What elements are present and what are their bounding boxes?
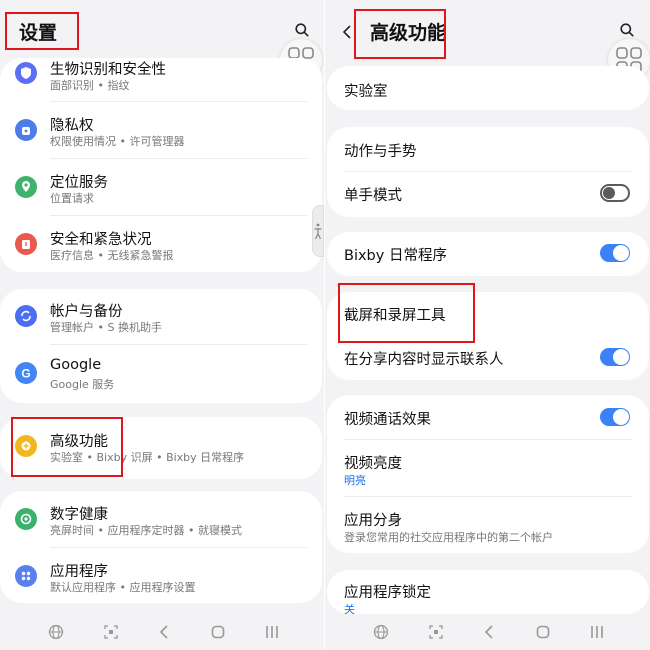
- item-subtitle: 权限使用情况 • 许可管理器: [50, 135, 185, 148]
- item-title: Google: [50, 357, 102, 373]
- advanced-item-dual-messenger[interactable]: 应用分身 登录您常用的社交应用程序中的第二个帐户: [325, 509, 650, 545]
- navigation-bar: [325, 614, 650, 650]
- item-subtitle: 管理帐户 • S 换机助手: [50, 321, 162, 334]
- settings-item-digital-wellbeing[interactable]: 数字健康 亮屏时间 • 应用程序定时器 • 就寝模式: [0, 503, 322, 545]
- item-title: 应用分身: [344, 513, 402, 529]
- settings-item-apps[interactable]: 应用程序 默认应用程序 • 应用程序设置: [0, 560, 322, 602]
- item-subtitle: 默认应用程序 • 应用程序设置: [50, 581, 196, 594]
- navigation-bar: [0, 614, 325, 650]
- item-subtitle: 明亮: [344, 474, 366, 487]
- bixby-routines-toggle[interactable]: [600, 244, 630, 262]
- advanced-item-bixby-routines[interactable]: Bixby 日常程序: [325, 244, 650, 264]
- location-pin-icon: [15, 176, 37, 198]
- advanced-item-video-call-effects[interactable]: 视频通话效果: [325, 408, 650, 428]
- item-title: 帐户与备份: [50, 304, 123, 320]
- search-icon[interactable]: [620, 23, 634, 37]
- divider: [344, 496, 632, 497]
- advanced-features-panel: 高级功能 实验室 动作与手势 单手模式 Bixby 日常程序 截屏和录屏工具 在…: [325, 0, 650, 650]
- advanced-header: 高级功能: [325, 0, 650, 60]
- highlight-box-screenshot: [338, 283, 475, 343]
- screenshot-capture-icon[interactable]: [428, 624, 444, 640]
- item-title: 在分享内容时显示联系人: [344, 352, 504, 368]
- item-subtitle: Google 服务: [50, 378, 115, 391]
- item-subtitle: 亮屏时间 • 应用程序定时器 • 就寝模式: [50, 524, 242, 537]
- item-title: 数字健康: [50, 507, 108, 523]
- item-title: 应用程序: [50, 564, 108, 580]
- item-subtitle: 医疗信息 • 无线紧急警报: [50, 249, 174, 262]
- back-icon[interactable]: [157, 624, 173, 640]
- one-handed-mode-toggle[interactable]: [600, 184, 630, 202]
- edge-panel-handle[interactable]: [312, 205, 324, 257]
- item-title: 视频通话效果: [344, 412, 431, 428]
- globe-icon[interactable]: [48, 624, 64, 640]
- advanced-item-motions-gestures[interactable]: 动作与手势: [325, 140, 650, 160]
- item-title: 安全和紧急状况: [50, 232, 152, 248]
- settings-header: 设置: [0, 0, 325, 60]
- item-subtitle: 登录您常用的社交应用程序中的第二个帐户: [344, 531, 553, 544]
- recent-apps-icon[interactable]: [264, 624, 280, 640]
- privacy-icon: [15, 119, 37, 141]
- search-icon[interactable]: [295, 23, 309, 37]
- settings-item-google[interactable]: G Google Google 服务: [0, 357, 322, 399]
- accessibility-icon: [314, 223, 322, 240]
- sync-icon: [15, 305, 37, 327]
- divider: [50, 101, 307, 102]
- item-title: 动作与手势: [344, 144, 417, 160]
- settings-item-privacy[interactable]: 隐私权 权限使用情况 • 许可管理器: [0, 114, 322, 156]
- divider: [50, 344, 307, 345]
- advanced-item-show-contacts[interactable]: 在分享内容时显示联系人: [325, 348, 650, 368]
- advanced-item-labs[interactable]: 实验室: [325, 80, 650, 100]
- google-icon: G: [15, 362, 37, 384]
- advanced-item-video-brightness[interactable]: 视频亮度 明亮: [325, 452, 650, 488]
- settings-item-accounts[interactable]: 帐户与备份 管理帐户 • S 换机助手: [0, 300, 322, 342]
- apps-icon: [15, 565, 37, 587]
- video-call-effects-toggle[interactable]: [600, 408, 630, 426]
- item-title: 单手模式: [344, 188, 402, 204]
- item-title: 视频亮度: [344, 456, 402, 472]
- item-title: 应用程序锁定: [344, 585, 431, 601]
- settings-panel: 设置 生物识别和安全性 面部识别 • 指纹 隐私权 权限使用情况 • 许可管理器…: [0, 0, 325, 650]
- advanced-item-app-lock[interactable]: 应用程序锁定 关: [325, 581, 650, 617]
- settings-item-biometrics[interactable]: 生物识别和安全性 面部识别 • 指纹: [0, 58, 322, 100]
- divider: [50, 215, 307, 216]
- item-subtitle: 面部识别 • 指纹: [50, 79, 130, 92]
- back-arrow-icon[interactable]: [343, 25, 351, 39]
- show-contacts-toggle[interactable]: [600, 348, 630, 366]
- item-subtitle: 位置请求: [50, 192, 94, 205]
- alert-icon: [15, 233, 37, 255]
- globe-icon[interactable]: [373, 624, 389, 640]
- divider: [344, 439, 632, 440]
- divider: [50, 158, 307, 159]
- divider: [344, 171, 632, 172]
- divider: [50, 547, 307, 548]
- screenshot-root: 设置 生物识别和安全性 面部识别 • 指纹 隐私权 权限使用情况 • 许可管理器…: [0, 0, 650, 650]
- settings-item-location[interactable]: 定位服务 位置请求: [0, 171, 322, 213]
- advanced-item-one-handed-mode[interactable]: 单手模式: [325, 184, 650, 204]
- highlight-box-title: [354, 9, 446, 59]
- screenshot-capture-icon[interactable]: [103, 624, 119, 640]
- highlight-box-advanced: [11, 417, 123, 477]
- item-title: 隐私权: [50, 118, 94, 134]
- svg-text:G: G: [21, 367, 30, 381]
- home-icon[interactable]: [535, 624, 551, 640]
- item-title: 实验室: [344, 84, 388, 100]
- item-title: 生物识别和安全性: [50, 62, 166, 78]
- heart-icon: [15, 508, 37, 530]
- settings-item-safety[interactable]: 安全和紧急状况 医疗信息 • 无线紧急警报: [0, 228, 322, 270]
- recent-apps-icon[interactable]: [589, 624, 605, 640]
- shield-icon: [15, 62, 37, 84]
- home-icon[interactable]: [210, 624, 226, 640]
- highlight-box-title: [5, 12, 79, 50]
- back-icon[interactable]: [482, 624, 498, 640]
- item-title: 定位服务: [50, 175, 108, 191]
- item-title: Bixby 日常程序: [344, 248, 447, 264]
